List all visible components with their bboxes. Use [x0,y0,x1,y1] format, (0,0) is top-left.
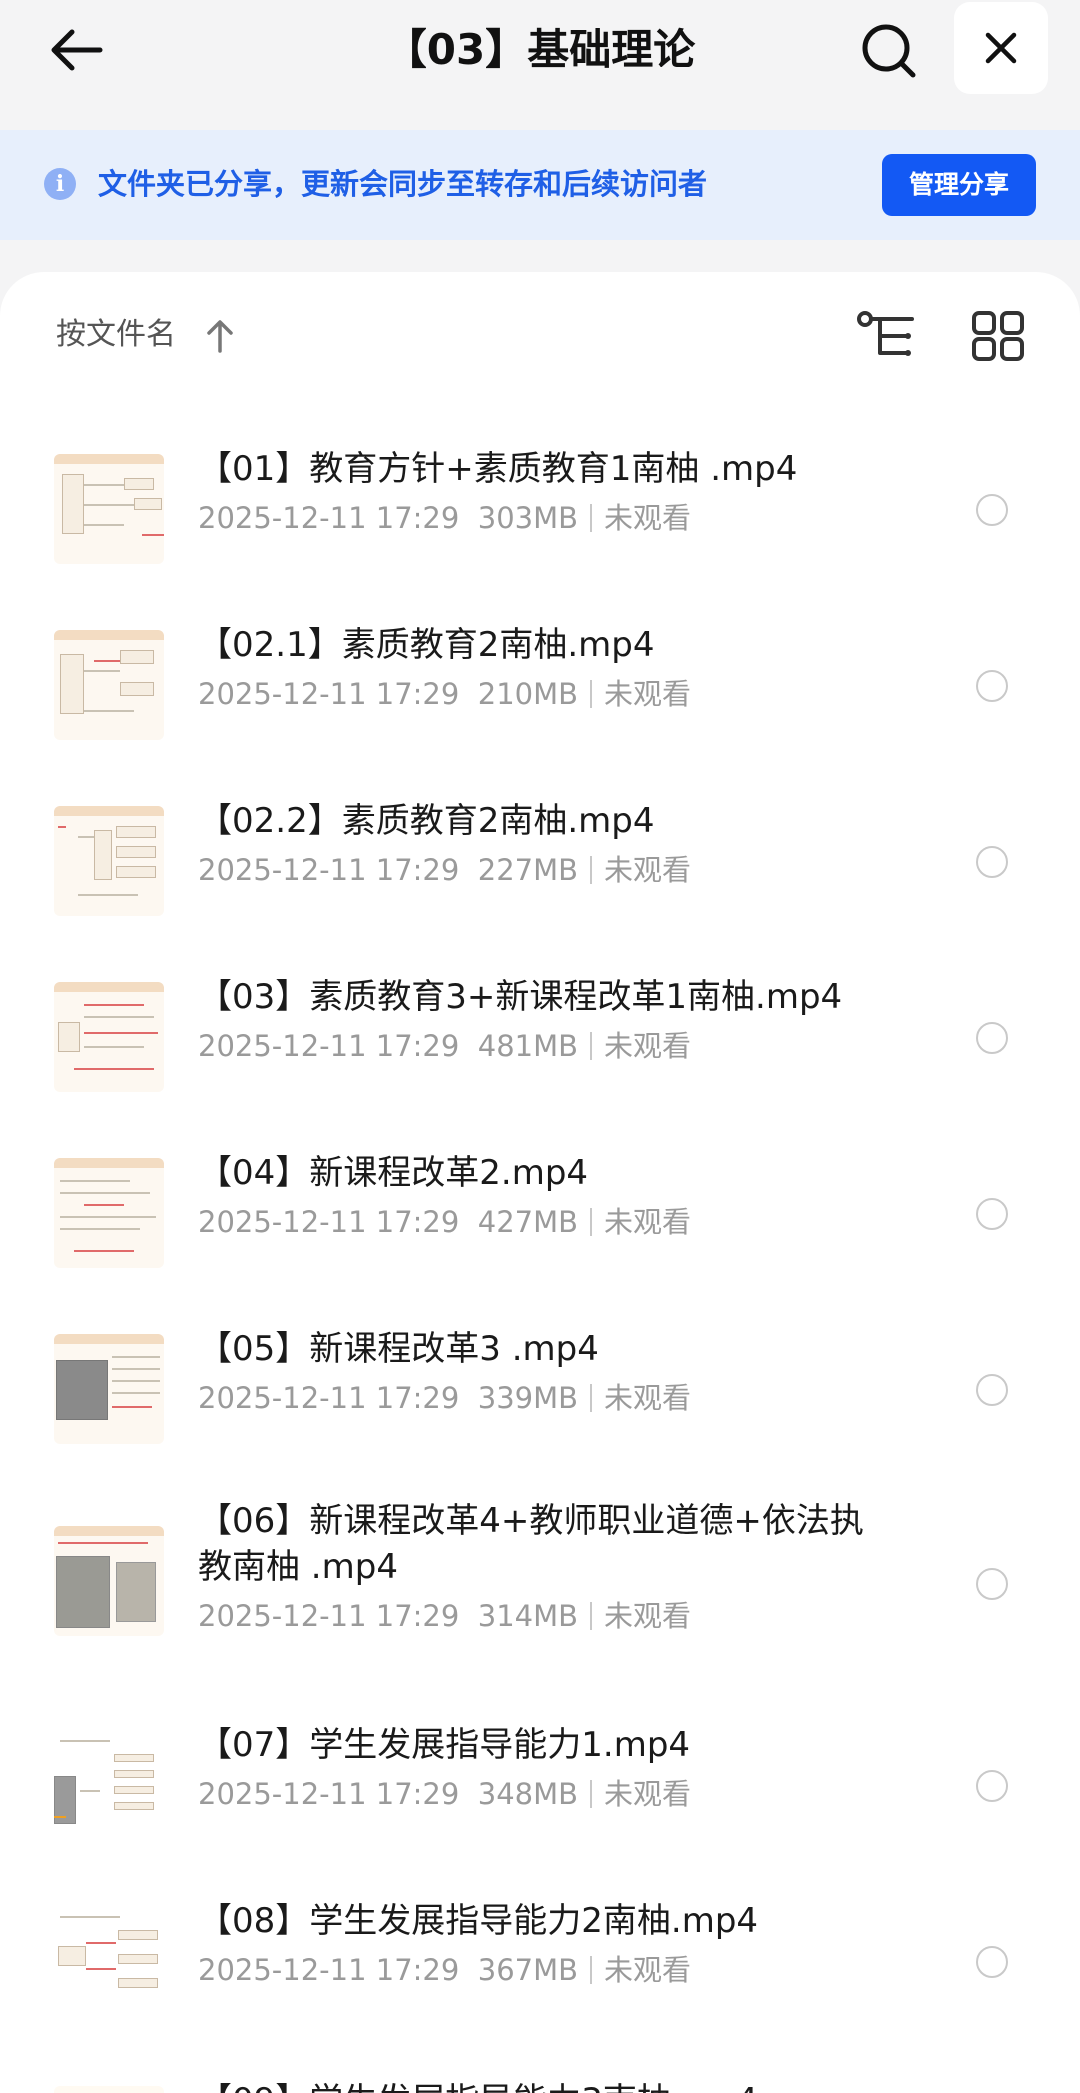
select-radio[interactable] [976,1568,1008,1600]
select-radio[interactable] [976,1946,1008,1978]
watch-status: 未观看 [604,1205,692,1239]
file-meta: 2025-12-11 17:29 481MB 未观看 [198,1026,691,1066]
file-name: 【06】新课程改革4+教师职业道德+依法执教南柚 .mp4 [198,1501,864,1587]
file-date: 2025-12-11 17:29 [198,853,460,887]
file-date: 2025-12-11 17:29 [198,1599,460,1633]
video-thumbnail [54,1158,164,1268]
grid-view-icon[interactable] [970,310,1026,362]
search-icon [862,24,916,78]
close-button[interactable] [954,2,1048,94]
file-size: 314MB [477,1599,579,1633]
select-radio[interactable] [976,846,1008,878]
video-thumbnail [54,1526,164,1636]
file-size: 227MB [477,853,579,887]
sort-toolbar: 按文件名 [0,272,1080,398]
watch-status: 未观看 [604,1777,692,1811]
close-icon [985,32,1017,64]
header-bar: 【03】基础理论 [0,0,1080,130]
file-date: 2025-12-11 17:29 [198,677,460,711]
file-meta: 2025-12-11 17:29 210MB 未观看 [198,674,691,714]
file-size: 367MB [477,1953,579,1987]
video-thumbnail [54,630,164,740]
file-name: 【03】素质教育3+新课程改革1南柚.mp4 [198,977,843,1017]
video-thumbnail [54,1730,164,1840]
share-banner: i 文件夹已分享，更新会同步至转存和后续访问者 管理分享 [0,130,1080,240]
file-date: 2025-12-11 17:29 [198,501,460,535]
select-radio[interactable] [976,1374,1008,1406]
video-thumbnail [54,2086,164,2093]
file-name: 【09】学生发展指导能力3南柚.mp4 [198,2078,878,2093]
watch-status: 未观看 [604,1953,692,1987]
file-name: 【02.2】素质教育2南柚.mp4 [198,801,655,841]
select-radio[interactable] [976,670,1008,702]
search-button[interactable] [856,18,922,84]
video-thumbnail [54,1334,164,1444]
select-radio[interactable] [976,1198,1008,1230]
watch-status: 未观看 [604,853,692,887]
sort-direction-button[interactable] [200,316,240,356]
file-meta: 2025-12-11 17:29 314MB 未观看 [198,1596,691,1636]
watch-status: 未观看 [604,1599,692,1633]
select-radio[interactable] [976,1022,1008,1054]
file-size: 339MB [477,1381,579,1415]
file-size: 210MB [477,677,579,711]
file-date: 2025-12-11 17:29 [198,1381,460,1415]
video-thumbnail [54,1906,164,2016]
share-notice-text: 文件夹已分享，更新会同步至转存和后续访问者 [98,167,708,201]
video-thumbnail [54,806,164,916]
file-meta: 2025-12-11 17:29 348MB 未观看 [198,1774,691,1814]
file-name: 【01】教育方针+素质教育1南柚 .mp4 [198,449,798,489]
file-name: 【07】学生发展指导能力1.mp4 [198,1725,691,1765]
file-meta: 2025-12-11 17:29 227MB 未观看 [198,850,691,890]
video-thumbnail [54,982,164,1092]
file-date: 2025-12-11 17:29 [198,1953,460,1987]
file-name: 【05】新课程改革3 .mp4 [198,1329,599,1369]
file-list-card: 按文件名 【01】教育方针+素质教育1南柚 .mp4 2025-12-11 17… [0,272,1080,2093]
select-radio[interactable] [976,494,1008,526]
file-meta: 2025-12-11 17:29 427MB 未观看 [198,1202,691,1242]
watch-status: 未观看 [604,1381,692,1415]
file-size: 348MB [477,1777,579,1811]
select-radio[interactable] [976,1770,1008,1802]
file-name: 【02.1】素质教育2南柚.mp4 [198,625,655,665]
video-thumbnail [54,454,164,564]
sort-by-name-button[interactable]: 按文件名 [56,312,176,358]
file-date: 2025-12-11 17:29 [198,1205,460,1239]
file-name: 【04】新课程改革2.mp4 [198,1153,589,1193]
tree-view-icon[interactable] [856,310,916,362]
file-date: 2025-12-11 17:29 [198,1777,460,1811]
info-icon: i [44,168,76,200]
watch-status: 未观看 [604,1029,692,1063]
file-meta: 2025-12-11 17:29 367MB 未观看 [198,1950,691,1990]
file-size: 427MB [477,1205,579,1239]
file-size: 303MB [477,501,579,535]
file-size: 481MB [477,1029,579,1063]
watch-status: 未观看 [604,501,692,535]
watch-status: 未观看 [604,677,692,711]
arrow-up-icon [207,320,233,353]
file-meta: 2025-12-11 17:29 339MB 未观看 [198,1378,691,1418]
file-meta: 2025-12-11 17:29 303MB 未观看 [198,498,691,538]
file-name: 【08】学生发展指导能力2南柚.mp4 [198,1901,759,1941]
file-date: 2025-12-11 17:29 [198,1029,460,1063]
manage-share-button[interactable]: 管理分享 [882,154,1036,216]
